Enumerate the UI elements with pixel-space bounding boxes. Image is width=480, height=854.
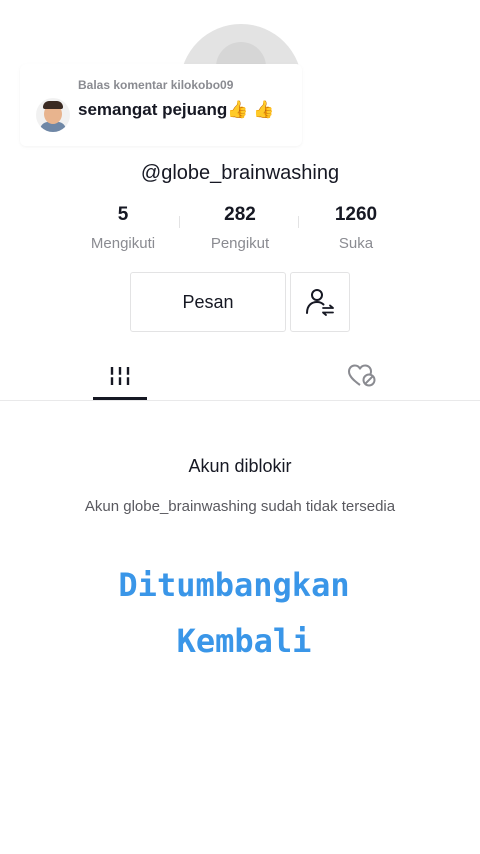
- tab-liked-videos[interactable]: [334, 352, 390, 400]
- reply-comment-text: semangat pejuang👍 👍: [78, 100, 275, 119]
- stat-likes-label: Suka: [338, 235, 374, 252]
- reply-comment-card[interactable]: Balas komentar kilokobo09 semangat pejua…: [20, 64, 302, 146]
- add-friend-icon: [306, 289, 334, 316]
- stat-followers-value: 282: [224, 204, 256, 225]
- stat-likes[interactable]: 1260 Suka: [301, 204, 411, 252]
- profile-username: @globe_brainwashing: [140, 162, 340, 184]
- overlay-caption-line1: Ditumbangkan: [118, 566, 350, 604]
- reply-label: Balas komentar kilokobo09: [78, 78, 234, 92]
- stat-following[interactable]: 5 Mengikuti: [68, 204, 178, 252]
- commenter-hair: [43, 101, 63, 109]
- hidden-heart-icon: [348, 364, 376, 387]
- stat-divider: [179, 216, 180, 228]
- overlay-caption-line2: Kembali: [176, 622, 312, 660]
- stat-following-value: 5: [117, 204, 129, 225]
- blocked-title: Akun diblokir: [188, 456, 292, 476]
- blocked-description: Akun globe_brainwashing sudah tidak ters…: [84, 498, 396, 515]
- tabs-divider: [0, 400, 480, 401]
- stat-following-label: Mengikuti: [90, 235, 156, 252]
- commenter-avatar: [36, 98, 70, 132]
- tab-videos[interactable]: [92, 352, 148, 400]
- stat-followers-label: Pengikut: [210, 235, 270, 252]
- stat-divider: [298, 216, 299, 228]
- message-button[interactable]: Pesan: [130, 272, 286, 332]
- add-friend-button[interactable]: [290, 272, 350, 332]
- stat-followers[interactable]: 282 Pengikut: [185, 204, 295, 252]
- grid-icon: [109, 367, 131, 385]
- stat-likes-value: 1260: [334, 204, 378, 225]
